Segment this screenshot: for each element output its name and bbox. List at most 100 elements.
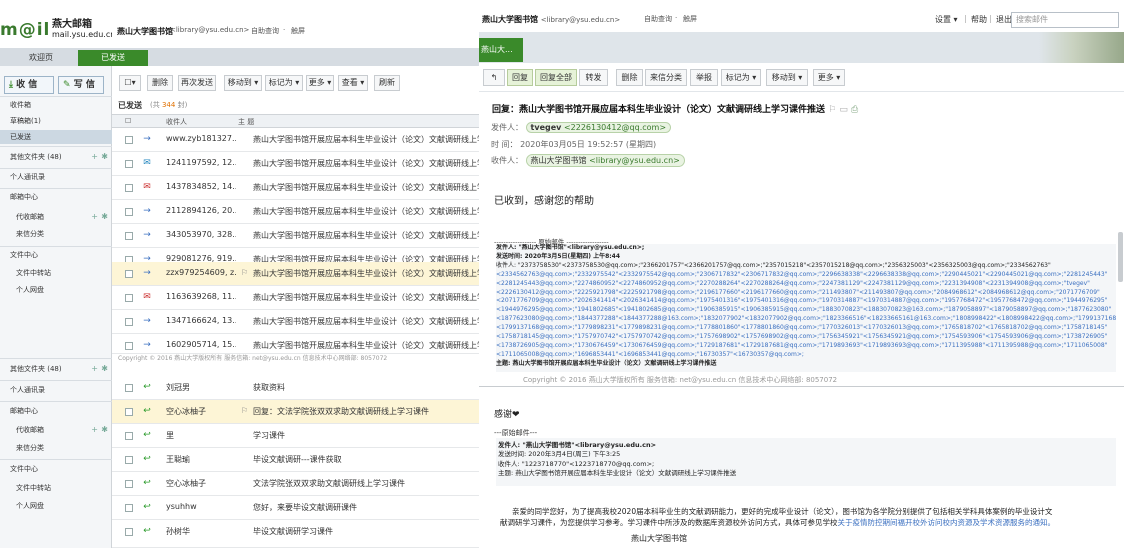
add-icon[interactable]: + <box>91 210 98 224</box>
more-dropdown[interactable]: 更多 ▾ <box>306 75 334 91</box>
tab-sent[interactable]: 已发送 <box>78 50 148 66</box>
nav-netdisk-dup[interactable]: 个人网盘 <box>0 499 112 513</box>
row-checkbox[interactable] <box>125 184 133 192</box>
filter-button[interactable]: 来信分类 <box>645 69 687 86</box>
self-service-link[interactable]: 自助查询 <box>251 26 279 36</box>
table-row[interactable]: ✉ 1163639268, 11... 燕山大学图书馆开展应届本科生毕业设计（论文）… <box>112 286 479 310</box>
settings-dropdown[interactable]: 设置 ▾ <box>935 14 958 25</box>
touch-link[interactable]: 触屏 <box>683 14 697 24</box>
table-row[interactable]: ✉ 1437834852, 14... 燕山大学图书馆开展应届本科生毕业设计（论文）… <box>112 176 479 200</box>
report-button[interactable]: 举报 <box>690 69 718 86</box>
notice-link[interactable]: 关于疫情防控期间福开校外访问校内资源及学术资源服务的通知。 <box>838 518 1056 527</box>
print-icon[interactable]: ⎙ <box>851 105 858 115</box>
help-link[interactable]: 帮助 <box>971 14 987 25</box>
nav-netdisk[interactable]: 个人网盘 <box>0 283 112 297</box>
view-dropdown[interactable]: 查看 ▾ <box>338 75 368 91</box>
col-subject[interactable]: 主 题 <box>238 117 254 127</box>
gear-icon[interactable]: ✱ <box>101 362 108 376</box>
table-row[interactable]: → 343053970, 328... 燕山大学图书馆开展应届本科生毕业设计（论文）… <box>112 224 479 248</box>
table-row[interactable]: ↩ 空心冰柚子 ⚐ 回复：文法学院张双双求助文献调研线上学习课件 <box>112 400 479 424</box>
from-pill[interactable]: tvegev <2226130412@qq.com> <box>525 122 672 133</box>
delete-button[interactable]: 删除 <box>616 69 643 86</box>
table-row[interactable]: ↩ 王聪瑜 毕设文献调研---课件获取 <box>112 448 479 472</box>
nav-drafts[interactable]: 草稿箱(1) <box>0 114 112 128</box>
row-checkbox[interactable] <box>125 294 133 302</box>
table-row[interactable]: ↩ ysuhhw 您好，来要毕设文献调研课件 <box>112 496 479 520</box>
row-checkbox[interactable] <box>125 342 133 350</box>
row-checkbox[interactable] <box>125 232 133 240</box>
gear-icon[interactable]: ✱ <box>101 423 108 437</box>
row-checkbox[interactable] <box>125 504 133 512</box>
nav-mail-center[interactable]: 邮箱中心 <box>0 190 112 204</box>
forward-button[interactable]: 转发 <box>579 69 608 86</box>
more-dropdown[interactable]: 更多 ▾ <box>813 69 845 86</box>
nav-other-folders-dup[interactable]: 其他文件夹 (48) + ✱ <box>0 362 112 376</box>
table-row[interactable]: ↩ 刘冠男 获取资料 <box>112 376 479 400</box>
header-checkbox[interactable]: ☐ <box>125 117 131 125</box>
table-row[interactable]: → 1347166624, 13... 燕山大学图书馆开展应届本科生毕业设计（论文）… <box>112 310 479 334</box>
nav-mail-filter-dup[interactable]: 来信分类 <box>0 441 112 455</box>
row-checkbox[interactable] <box>125 160 133 168</box>
table-row[interactable]: → 2112894126, 20... 燕山大学图书馆开展应届本科生毕业设计（论文）… <box>112 200 479 224</box>
table-row[interactable]: ✉ 1241197592, 12... 燕山大学图书馆开展应届本科生毕业设计（论文）… <box>112 152 479 176</box>
nav-mail-center-dup[interactable]: 邮箱中心 <box>0 404 112 418</box>
gear-icon[interactable]: ✱ <box>101 210 108 224</box>
col-recipient[interactable]: 收件人 <box>166 117 187 127</box>
row-checkbox[interactable] <box>125 528 133 536</box>
select-all-checkbox[interactable]: ☐▾ <box>119 75 141 91</box>
table-row[interactable]: ↩ 孙树华 毕设文献调研学习课件 <box>112 520 479 548</box>
touch-link[interactable]: 触屏 <box>291 26 305 36</box>
receive-button[interactable]: ⤓ 收 信 <box>4 76 54 94</box>
search-input[interactable]: 搜索邮件 <box>1011 12 1119 28</box>
compose-button[interactable]: ✎ 写 信 <box>58 76 104 94</box>
table-row[interactable]: ↩ 里 学习课件 <box>112 424 479 448</box>
mark-as-dropdown[interactable]: 标记为 ▾ <box>265 75 303 91</box>
add-icon[interactable]: + <box>91 150 98 164</box>
to-pill[interactable]: 燕山大学图书馆 <library@ysu.edu.cn> <box>525 154 685 167</box>
tab-open-mail[interactable]: 燕山大... <box>479 38 523 62</box>
table-row[interactable]: → www.zyb181327... 燕山大学图书馆开展应届本科生毕业设计（论文）文… <box>112 128 479 152</box>
nav-contacts[interactable]: 个人通讯录 <box>0 170 112 184</box>
flag-icon[interactable]: ⚐ <box>241 268 248 277</box>
row-checkbox[interactable] <box>125 208 133 216</box>
reply-button[interactable]: 回复 <box>507 69 533 86</box>
resend-button[interactable]: 再次发送 <box>178 75 216 91</box>
back-button[interactable]: ↰ <box>483 69 505 86</box>
nav-fetch-mailbox[interactable]: 代收邮箱 + ✱ <box>0 210 112 224</box>
row-checkbox[interactable] <box>125 384 133 392</box>
nav-file-center-dup[interactable]: 文件中心 <box>0 462 112 476</box>
nav-fetch-mailbox-dup[interactable]: 代收邮箱 + ✱ <box>0 423 112 437</box>
row-checkbox[interactable] <box>125 318 133 326</box>
row-checkbox[interactable] <box>125 432 133 440</box>
nav-sent[interactable]: 已发送 <box>0 130 112 144</box>
reply-all-button[interactable]: 回复全部 <box>535 69 577 86</box>
nav-contacts-dup[interactable]: 个人通讯录 <box>0 383 112 397</box>
row-checkbox[interactable] <box>125 270 133 278</box>
scrollbar-thumb[interactable] <box>1118 232 1123 282</box>
table-row[interactable]: → zzx979254609, z... ⚐ 燕山大学图书馆开展应届本科生毕业设计（论… <box>112 262 479 286</box>
gear-icon[interactable]: ✱ <box>101 150 108 164</box>
move-to-dropdown[interactable]: 移动到 ▾ <box>766 69 808 86</box>
nav-mail-filter[interactable]: 来信分类 <box>0 227 112 241</box>
nav-file-transfer-dup[interactable]: 文件中转站 <box>0 481 112 495</box>
nav-other-folders[interactable]: 其他文件夹 (48) + ✱ <box>0 150 112 164</box>
table-row[interactable]: ↩ 空心冰柚子 文法学院张双双求助文献调研线上学习课件 <box>112 472 479 496</box>
tab-welcome[interactable]: 欢迎页 <box>10 50 72 66</box>
add-icon[interactable]: + <box>91 423 98 437</box>
flag-icon[interactable]: ⚐ <box>828 105 836 115</box>
flag-icon[interactable]: ⚐ <box>241 406 248 415</box>
logout-link[interactable]: 退出 <box>996 14 1012 25</box>
move-to-dropdown[interactable]: 移动到 ▾ <box>224 75 262 91</box>
nav-file-transfer[interactable]: 文件中转站 <box>0 266 112 280</box>
nav-file-center[interactable]: 文件中心 <box>0 248 112 262</box>
nav-inbox[interactable]: 收件箱 <box>0 98 112 112</box>
refresh-button[interactable]: 刷新 <box>374 75 400 91</box>
row-checkbox[interactable] <box>125 480 133 488</box>
add-icon[interactable]: + <box>91 362 98 376</box>
table-row[interactable]: → 1602905714, 15... 燕山大学图书馆开展应届本科生毕业设计（论文）… <box>112 334 479 354</box>
row-checkbox[interactable] <box>125 408 133 416</box>
mark-as-dropdown[interactable]: 标记为 ▾ <box>721 69 761 86</box>
tag-icon[interactable]: ▭ <box>839 105 848 115</box>
row-checkbox[interactable] <box>125 136 133 144</box>
row-checkbox[interactable] <box>125 456 133 464</box>
